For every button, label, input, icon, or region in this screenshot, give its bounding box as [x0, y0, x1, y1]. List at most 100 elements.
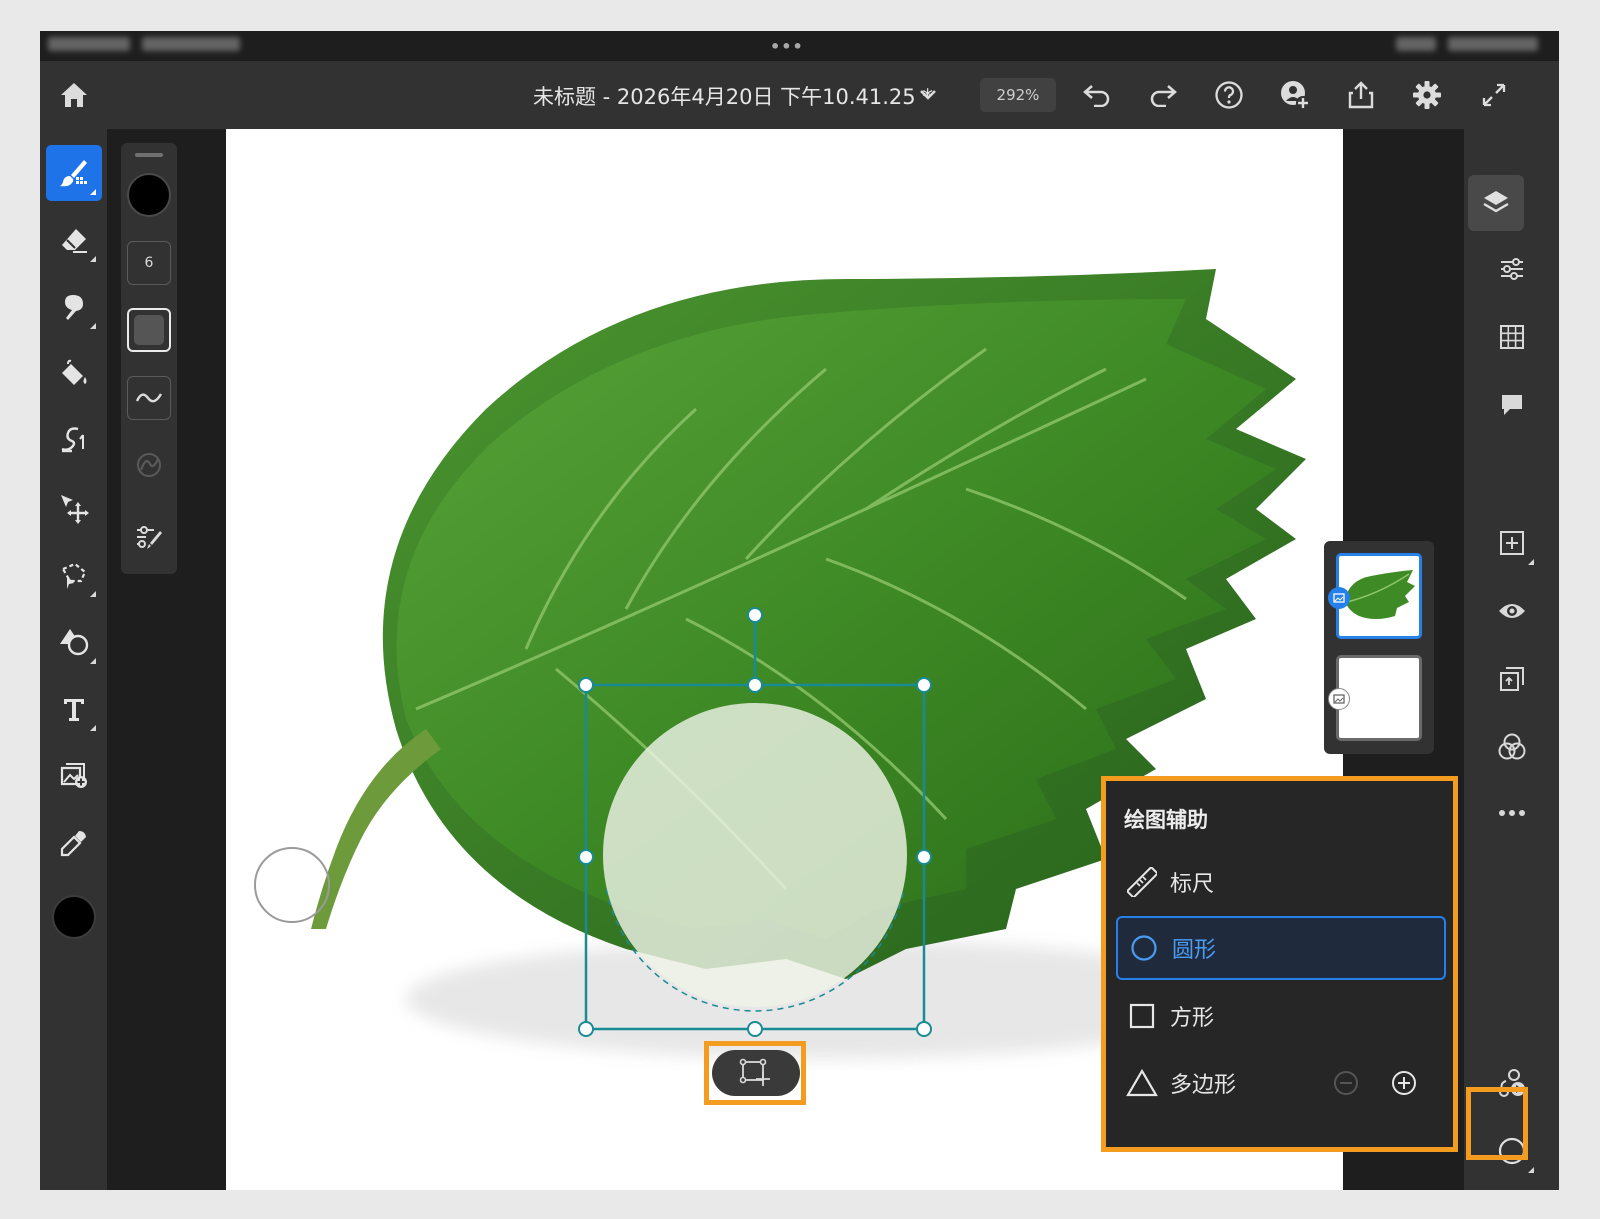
guide-transform-button[interactable] — [712, 1050, 800, 1096]
minus-circle-icon — [1334, 1071, 1358, 1095]
brush-smoothing-button[interactable] — [127, 376, 171, 420]
triangle-icon — [1126, 1067, 1158, 1099]
drawing-aids-button[interactable] — [1488, 1127, 1536, 1175]
chevron-down-icon[interactable] — [910, 77, 946, 113]
layers-panel — [1324, 541, 1434, 754]
document-title[interactable]: 未标题 - 2026年4月20日 下午10.41.25 * — [533, 81, 933, 111]
place-image-tool[interactable] — [46, 748, 102, 804]
layers-icon — [1483, 191, 1509, 213]
layers-button[interactable] — [1468, 175, 1524, 231]
aid-circle-label: 圆形 — [1172, 938, 1217, 963]
left-toolbar — [40, 129, 107, 1190]
polygon-sides-increase-button[interactable] — [1389, 1068, 1419, 1098]
add-layer-button[interactable] — [1488, 519, 1536, 567]
blurred-status-icons — [1396, 37, 1436, 51]
pressure-icon — [137, 453, 161, 477]
text-icon — [64, 699, 84, 721]
adjustments-button[interactable] — [1488, 245, 1536, 293]
fullscreen-icon[interactable] — [1476, 77, 1512, 113]
drawing-aids-popover: 绘图辅助 标尺 圆形 方形 多边形 — [1103, 778, 1456, 1150]
comment-icon — [1502, 395, 1522, 415]
aid-square-label: 方形 — [1170, 1006, 1215, 1031]
eraser-tool[interactable] — [46, 212, 102, 268]
plus-circle-icon — [1392, 1071, 1416, 1095]
brush-tool[interactable] — [46, 145, 102, 201]
text-tool[interactable] — [46, 681, 102, 737]
eyedropper-icon — [60, 831, 86, 857]
blend-icon — [1498, 733, 1526, 760]
ruler-icon — [1126, 866, 1158, 898]
leaf-stem — [311, 729, 441, 929]
layer-properties-button[interactable] — [1488, 655, 1536, 703]
circle-icon — [1128, 932, 1160, 964]
drawing-aids-title: 绘图辅助 — [1124, 808, 1208, 832]
right-rail — [1464, 129, 1559, 1190]
pressure-sensitivity-button[interactable] — [127, 443, 171, 487]
brush-icon — [60, 160, 87, 187]
transform-icon — [739, 1058, 770, 1086]
invite-icon[interactable] — [1277, 77, 1313, 113]
move-tool[interactable] — [46, 480, 102, 536]
brush-settings-button[interactable] — [127, 515, 171, 559]
aid-ruler[interactable]: 标尺 — [1116, 850, 1446, 914]
wave-icon — [135, 393, 163, 403]
eyedropper-tool[interactable] — [46, 815, 102, 871]
aid-square[interactable]: 方形 — [1116, 984, 1446, 1048]
home-icon[interactable] — [56, 77, 92, 113]
move-icon — [61, 495, 89, 524]
more-options-button[interactable] — [1488, 789, 1536, 837]
polygon-sides-decrease-button[interactable] — [1331, 1068, 1361, 1098]
grid-icon — [1500, 325, 1524, 349]
more-icon — [1499, 810, 1525, 816]
brush-settings-panel: 6 — [121, 143, 177, 574]
leaf-thumbnail-image — [1345, 570, 1415, 619]
settings-icon[interactable] — [1409, 77, 1445, 113]
blurred-status-text — [142, 37, 240, 51]
top-bar: 未标题 - 2026年4月20日 下午10.41.25 * 292% — [40, 61, 1559, 129]
place-image-icon — [60, 763, 87, 788]
aid-polygon-label: 多边形 — [1170, 1073, 1237, 1098]
fill-tool[interactable] — [46, 346, 102, 402]
brush-opacity-swatch[interactable] — [127, 308, 171, 352]
eraser-icon — [62, 229, 87, 253]
comments-button[interactable] — [1488, 381, 1536, 429]
brush-color-swatch[interactable] — [127, 173, 171, 217]
redo-icon[interactable] — [1145, 77, 1181, 113]
liquify-tool[interactable] — [46, 413, 102, 469]
shapes-icon — [60, 629, 89, 656]
blend-mode-button[interactable] — [1488, 723, 1536, 771]
help-icon[interactable] — [1211, 77, 1247, 113]
add-layer-icon — [1500, 531, 1524, 555]
share-icon[interactable] — [1343, 77, 1379, 113]
lasso-tool[interactable] — [46, 547, 102, 603]
smudge-tool[interactable] — [46, 279, 102, 335]
layer-type-badge — [1328, 587, 1350, 609]
status-bar: ••• — [40, 31, 1559, 61]
undo-icon[interactable] — [1079, 77, 1115, 113]
image-layer-icon — [1333, 694, 1345, 704]
liquify-icon — [61, 427, 84, 453]
zoom-level[interactable]: 292% — [980, 78, 1056, 112]
aid-circle[interactable]: 圆形 — [1116, 916, 1446, 980]
circle-icon — [1498, 1137, 1526, 1165]
circle-guide[interactable] — [603, 703, 907, 1007]
blurred-status-text — [48, 37, 130, 51]
panel-drag-handle[interactable] — [135, 153, 163, 157]
layer-type-badge — [1328, 688, 1350, 710]
eye-icon — [1499, 604, 1525, 618]
shape-tool[interactable] — [46, 614, 102, 670]
aid-ruler-label: 标尺 — [1170, 872, 1215, 897]
foreground-color-swatch[interactable] — [52, 895, 96, 939]
smudge-icon — [65, 295, 83, 320]
visibility-button[interactable] — [1488, 587, 1536, 635]
lasso-icon — [61, 562, 87, 589]
touch-shortcut-button[interactable] — [1488, 1059, 1536, 1107]
sliders-brush-icon — [137, 526, 162, 549]
brush-size-field[interactable]: 6 — [127, 241, 171, 285]
brush-cursor — [254, 847, 330, 923]
app-window: ••• 未标题 - 2026年4月20日 下午10.41.25 * 292% 6… — [40, 31, 1559, 1190]
blurred-status-icons — [1448, 37, 1538, 51]
sliders-icon — [1501, 258, 1523, 280]
multitask-dots-icon[interactable]: ••• — [770, 37, 804, 56]
grid-button[interactable] — [1488, 313, 1536, 361]
